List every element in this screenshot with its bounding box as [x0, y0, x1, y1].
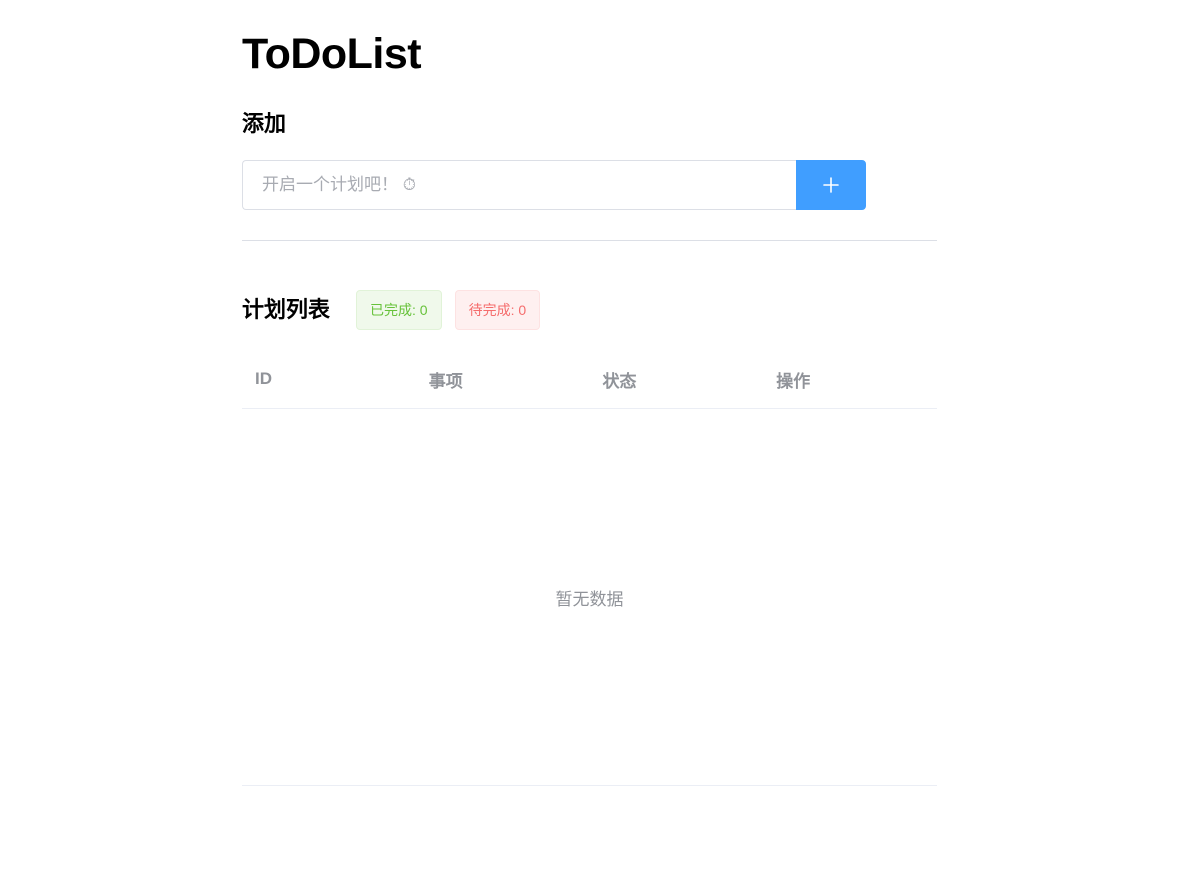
empty-text: 暂无数据 [555, 589, 624, 609]
column-header-item: 事项 [428, 371, 463, 391]
column-header-id: ID [255, 369, 272, 388]
add-todo-form [242, 160, 866, 210]
list-section-heading: 计划列表 [242, 297, 331, 322]
add-button[interactable] [796, 160, 866, 210]
table-empty-state: 暂无数据 [242, 409, 937, 786]
todo-input[interactable] [242, 160, 796, 210]
list-header: 计划列表 已完成: 0 待完成: 0 [242, 290, 553, 330]
column-header-status: 状态 [602, 371, 637, 391]
table-header: ID 事项 状态 操作 [242, 350, 937, 409]
completed-count-tag: 已完成: 0 [356, 290, 442, 330]
section-divider [242, 240, 937, 241]
column-header-actions: 操作 [776, 371, 811, 391]
plus-icon [823, 177, 839, 193]
pending-count-tag: 待完成: 0 [454, 290, 541, 330]
add-section-heading: 添加 [242, 111, 287, 136]
todo-table: ID 事项 状态 操作 暂无数据 [242, 350, 937, 786]
app-title: ToDoList [242, 30, 422, 78]
